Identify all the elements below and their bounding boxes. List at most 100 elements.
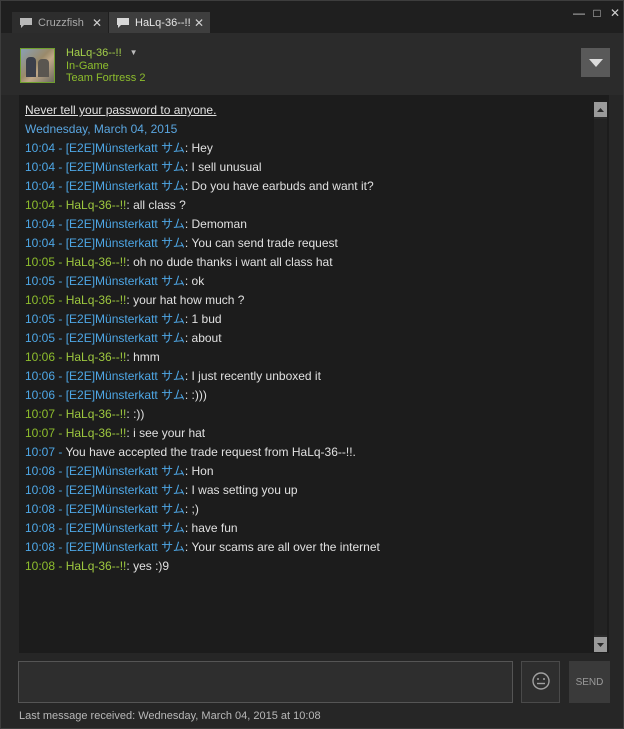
chat-message: 10:04 - [E2E]Münsterkatt サム: Hey [25, 141, 213, 155]
chat-message: 10:05 - [E2E]Münsterkatt サム: ok [25, 274, 205, 288]
chat-message: 10:06 - [E2E]Münsterkatt サム: I just rece… [25, 369, 321, 383]
message-sender[interactable]: HaLq-36--!! [66, 559, 127, 573]
tab-halq[interactable]: HaLq-36--!! ✕ [109, 12, 210, 33]
message-sender[interactable]: HaLq-36--!! [66, 255, 127, 269]
friend-header: HaLq-36--!! ▼ In-Game Team Fortress 2 [1, 33, 623, 95]
chat-message: 10:07 - You have accepted the trade requ… [25, 445, 356, 459]
message-text: I was setting you up [191, 483, 298, 497]
message-text: Your scams are all over the internet [191, 540, 380, 554]
message-sender[interactable]: [E2E]Münsterkatt サム [66, 236, 185, 250]
chat-message: 10:08 - [E2E]Münsterkatt サム: Hon [25, 464, 214, 478]
minimize-button[interactable]: — [572, 6, 586, 20]
friend-name[interactable]: HaLq-36--!! ▼ [66, 47, 138, 59]
message-timestamp: 10:08 [25, 540, 56, 554]
chat-message: 10:05 - [E2E]Münsterkatt サム: about [25, 331, 222, 345]
chat-message: 10:08 - [E2E]Münsterkatt サム: ;) [25, 502, 199, 516]
last-message-status: Last message received: Wednesday, March … [19, 710, 321, 722]
chat-bubble-icon [117, 17, 129, 28]
message-timestamp: 10:04 [25, 160, 56, 174]
message-text: Demoman [191, 217, 247, 231]
title-bar: Cruzzfish ✕ HaLq-36--!! ✕ — □ ✕ [1, 1, 623, 33]
tab-cruzzfish[interactable]: Cruzzfish ✕ [12, 12, 108, 33]
message-timestamp: 10:04 [25, 236, 56, 250]
chat-bubble-icon [20, 17, 32, 28]
chat-message: 10:08 - [E2E]Münsterkatt サム: Your scams … [25, 540, 380, 554]
chat-message: 10:07 - HaLq-36--!!: :)) [25, 407, 145, 421]
message-sender[interactable]: HaLq-36--!! [66, 350, 127, 364]
caret-down-icon: ▼ [129, 48, 138, 57]
message-sender[interactable]: [E2E]Münsterkatt サム [66, 369, 185, 383]
message-text: all class ? [133, 198, 186, 212]
message-text: :)) [133, 407, 145, 421]
message-text: Do you have earbuds and want it? [191, 179, 374, 193]
message-text: I sell unusual [191, 160, 262, 174]
message-timestamp: 10:08 [25, 483, 56, 497]
send-button[interactable]: SEND [569, 661, 610, 703]
message-timestamp: 10:04 [25, 217, 56, 231]
message-text: You can send trade request [191, 236, 338, 250]
chat-message: 10:07 - HaLq-36--!!: i see your hat [25, 426, 206, 440]
message-input[interactable] [18, 661, 513, 703]
message-sender[interactable]: [E2E]Münsterkatt サム [66, 160, 185, 174]
maximize-button[interactable]: □ [590, 6, 604, 20]
message-sender[interactable]: [E2E]Münsterkatt サム [66, 274, 185, 288]
message-text: your hat how much ? [133, 293, 245, 307]
chat-message: 10:04 - [E2E]Münsterkatt サム: Demoman [25, 217, 247, 231]
message-timestamp: 10:05 [25, 255, 56, 269]
message-timestamp: 10:06 [25, 350, 56, 364]
message-text: hmm [133, 350, 160, 364]
avatar[interactable] [20, 48, 55, 83]
message-sender[interactable]: HaLq-36--!! [66, 407, 127, 421]
password-warning: Never tell your password to anyone. [25, 103, 217, 117]
message-sender[interactable]: HaLq-36--!! [66, 293, 127, 307]
chat-message: 10:04 - [E2E]Münsterkatt サム: Do you have… [25, 179, 374, 193]
chat-message: 10:05 - [E2E]Münsterkatt サム: 1 bud [25, 312, 222, 326]
message-sender[interactable]: [E2E]Münsterkatt サム [66, 521, 185, 535]
message-timestamp: 10:04 [25, 198, 56, 212]
message-sender[interactable]: [E2E]Münsterkatt サム [66, 388, 185, 402]
options-dropdown-button[interactable] [581, 48, 610, 77]
chat-message: 10:04 - [E2E]Münsterkatt サム: You can sen… [25, 236, 338, 250]
message-sender[interactable]: [E2E]Münsterkatt サム [66, 141, 185, 155]
chat-message: 10:06 - HaLq-36--!!: hmm [25, 350, 160, 364]
message-text: I just recently unboxed it [191, 369, 321, 383]
tab-close-button[interactable]: ✕ [90, 16, 104, 30]
message-text: ok [191, 274, 205, 288]
friend-name-text: HaLq-36--!! [66, 47, 122, 59]
message-sender[interactable]: [E2E]Münsterkatt サム [66, 331, 185, 345]
tab-close-button[interactable]: ✕ [192, 16, 206, 30]
message-timestamp: 10:08 [25, 521, 56, 535]
tab-label: HaLq-36--!! [135, 16, 191, 29]
chat-message: 10:05 - HaLq-36--!!: your hat how much ? [25, 293, 245, 307]
close-window-button[interactable]: ✕ [608, 6, 622, 20]
message-sender[interactable]: [E2E]Münsterkatt サム [66, 217, 185, 231]
message-text: i see your hat [133, 426, 206, 440]
scroll-track[interactable] [594, 119, 607, 635]
message-timestamp: 10:07 [25, 445, 56, 459]
message-timestamp: 10:05 [25, 274, 56, 288]
chat-message: 10:08 - HaLq-36--!!: yes :)9 [25, 559, 170, 573]
emoticon-button[interactable] [521, 661, 560, 703]
message-sender[interactable]: [E2E]Münsterkatt サム [66, 502, 185, 516]
message-sender[interactable]: [E2E]Münsterkatt サム [66, 312, 185, 326]
message-sender[interactable]: HaLq-36--!! [66, 198, 127, 212]
message-sender[interactable]: [E2E]Münsterkatt サム [66, 179, 185, 193]
message-sender[interactable]: [E2E]Münsterkatt サム [66, 483, 185, 497]
friend-game: Team Fortress 2 [66, 72, 146, 84]
emoticon-icon [531, 671, 551, 694]
message-timestamp: 10:04 [25, 179, 56, 193]
chat-message: 10:05 - HaLq-36--!!: oh no dude thanks i… [25, 255, 333, 269]
message-text: have fun [191, 521, 238, 535]
scroll-down-button[interactable] [594, 637, 607, 652]
message-text: :))) [191, 388, 207, 402]
tab-label: Cruzzfish [38, 16, 84, 29]
chat-scrollbar[interactable] [594, 102, 607, 652]
scroll-up-button[interactable] [594, 102, 607, 117]
message-text: yes :)9 [133, 559, 170, 573]
message-sender[interactable]: [E2E]Münsterkatt サム [66, 464, 185, 478]
message-text: Hon [191, 464, 214, 478]
message-sender[interactable]: [E2E]Münsterkatt サム [66, 540, 185, 554]
message-timestamp: 10:08 [25, 464, 56, 478]
message-sender[interactable]: HaLq-36--!! [66, 426, 127, 440]
friend-status: In-Game [66, 60, 109, 72]
